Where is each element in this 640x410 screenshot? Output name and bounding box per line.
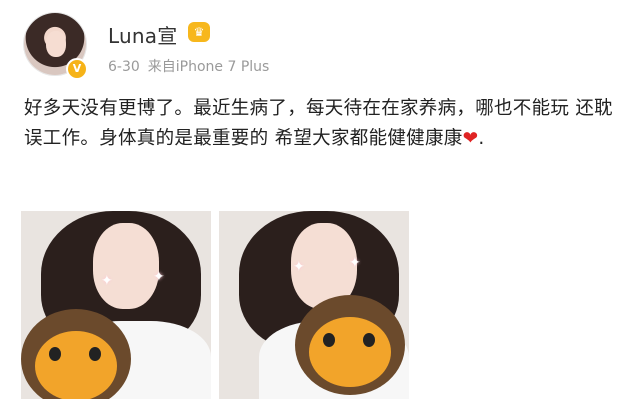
post-source: 来自iPhone 7 Plus: [147, 59, 270, 75]
monkey-face: [309, 317, 391, 387]
post-body: 好多天没有更博了。最近生病了，每天待在在家养病，哪也不能玩 还耽误工作。身体真的…: [24, 98, 613, 149]
post-photo-1[interactable]: ✦ ✦: [21, 211, 211, 399]
post-meta: 6-30 来自iPhone 7 Plus: [108, 56, 269, 76]
post-text: 好多天没有更博了。最近生病了，每天待在在家养病，哪也不能玩 还耽误工作。身体真的…: [24, 94, 624, 154]
monkey-eye: [323, 333, 335, 347]
sparkle-icon: ✦: [101, 273, 113, 289]
vip-crown-icon[interactable]: ♛: [188, 22, 210, 42]
post-date: 6-30: [108, 59, 140, 75]
monkey-face: [35, 331, 117, 399]
heart-emoji-icon: ❤: [462, 128, 479, 149]
avatar-face: [46, 31, 66, 57]
post-photo-2[interactable]: ✦ ✦: [219, 211, 409, 399]
photo-face: [93, 223, 159, 309]
sparkle-icon: ✦: [349, 255, 361, 271]
post-end-punct: .: [478, 128, 485, 149]
monkey-eye: [363, 333, 375, 347]
sparkle-icon: ✦: [153, 269, 165, 285]
verified-icon: V: [66, 58, 88, 80]
monkey-eye: [49, 347, 61, 361]
username[interactable]: Luna宣: [108, 20, 177, 49]
monkey-eye: [89, 347, 101, 361]
weibo-post: V Luna宣 ♛ 6-30 来自iPhone 7 Plus 好多天没有更博了。最…: [0, 0, 640, 410]
monkey-plush: [295, 295, 405, 395]
sparkle-icon: ✦: [293, 259, 305, 275]
monkey-plush: [21, 309, 131, 399]
